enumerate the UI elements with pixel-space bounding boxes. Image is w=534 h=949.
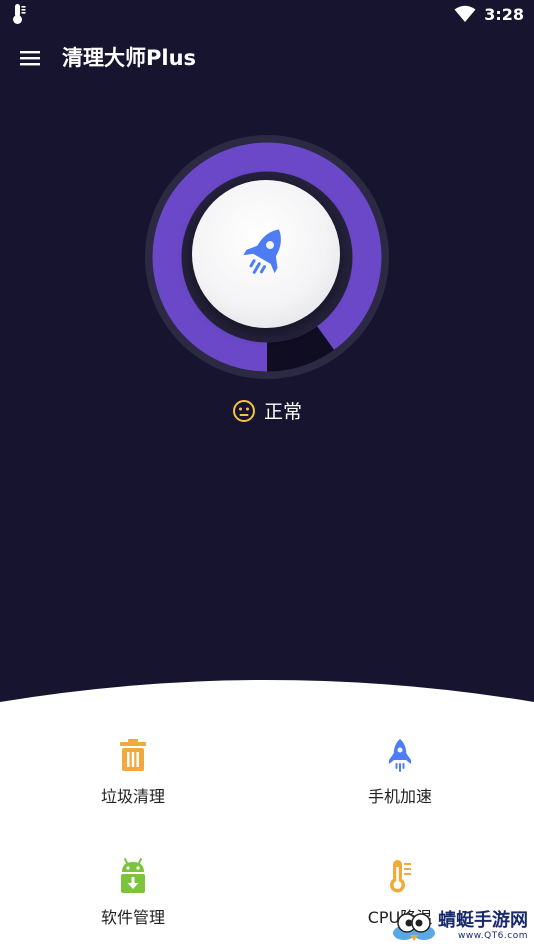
device-status: 正常 (0, 397, 534, 424)
wifi-icon (454, 5, 476, 22)
feature-app-manager[interactable]: 软件管理 (33, 858, 233, 928)
trash-icon (120, 739, 146, 771)
app-screen: 3:28 清理大师Plus 正常 垃圾清理 手机加速 软件管理 蜻蜓手游网 ww… (0, 0, 534, 949)
android-download-icon (121, 858, 145, 893)
dragonfly-logo-icon (393, 913, 435, 941)
menu-button[interactable] (15, 43, 45, 73)
boost-button[interactable] (192, 180, 340, 328)
status-right: 3:28 (454, 4, 524, 24)
rocket-icon (389, 739, 411, 772)
feature-junk-clean[interactable]: 垃圾清理 (33, 737, 233, 807)
status-time: 3:28 (484, 4, 524, 24)
status-bar: 3:28 (0, 0, 534, 28)
neutral-face-icon (232, 399, 255, 422)
watermark: 蜻蜓手游网 www.QT6.com (392, 907, 528, 945)
status-text: 正常 (263, 401, 302, 423)
thermometer-icon (13, 4, 26, 24)
menu-icon (20, 51, 40, 66)
feature-label: 垃圾清理 (100, 787, 165, 806)
app-bar: 清理大师Plus (0, 36, 534, 80)
feature-phone-boost[interactable]: 手机加速 (300, 737, 500, 807)
feature-label: 软件管理 (100, 908, 165, 927)
watermark-url: www.QT6.com (457, 930, 528, 941)
feature-label: 手机加速 (367, 787, 432, 806)
watermark-title: 蜻蜓手游网 (438, 909, 528, 931)
app-title: 清理大师Plus (62, 46, 197, 70)
rocket-icon (243, 229, 281, 274)
thermometer-icon (390, 860, 411, 893)
